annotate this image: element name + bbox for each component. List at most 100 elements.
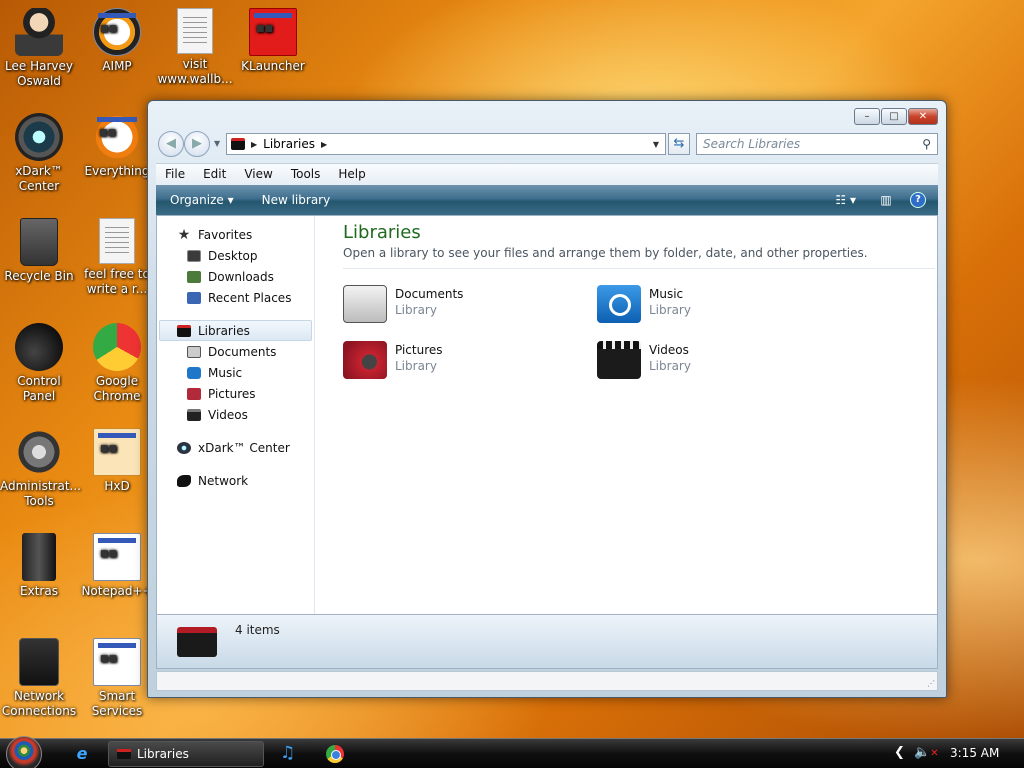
sidebar-item-xdark-center[interactable]: xDark™ Center	[157, 437, 314, 458]
menu-bar: File Edit View Tools Help	[156, 163, 938, 185]
menu-help[interactable]: Help	[329, 164, 374, 185]
preview-pane-button[interactable]: ▥	[876, 191, 896, 209]
desktop-icon-aimp[interactable]: AIMP	[78, 8, 156, 74]
music-icon	[187, 366, 201, 379]
desktop-icon-label: Network Connections	[1, 689, 77, 718]
sidebar-item-music[interactable]: Music	[157, 362, 314, 383]
maximize-button[interactable]: □	[881, 108, 907, 125]
start-button[interactable]	[6, 736, 42, 768]
desktop-icon-label: Everything	[84, 164, 150, 178]
desktop-icon-label: visit www.wallb...	[157, 57, 233, 86]
views-icon: ☷	[835, 193, 847, 207]
chrome-icon	[93, 323, 141, 371]
views-dropdown[interactable]: ▾	[850, 193, 856, 207]
chevron-right-icon[interactable]: ▶	[321, 140, 327, 149]
menu-view[interactable]: View	[235, 164, 281, 185]
sidebar-item-documents[interactable]: Documents	[157, 341, 314, 362]
sidebar-item-label: Network	[198, 473, 249, 488]
sidebar-item-label: xDark™ Center	[198, 440, 290, 455]
new-library-button[interactable]: New library	[248, 193, 345, 207]
sidebar-item-desktop[interactable]: Desktop	[157, 245, 314, 266]
views-button[interactable]: ☷ ▾	[821, 193, 870, 207]
desktop-icon-label: Administrat... Tools	[0, 479, 81, 508]
menu-edit[interactable]: Edit	[194, 164, 235, 185]
menu-tools[interactable]: Tools	[282, 164, 330, 185]
sidebar-item-downloads[interactable]: Downloads	[157, 266, 314, 287]
sidebar-item-label: Music	[208, 365, 243, 380]
library-videos[interactable]: Videos Library	[597, 339, 817, 385]
search-icon[interactable]: ⚲	[922, 137, 931, 151]
desktop-icon-xdark-center[interactable]: xDark™ Center	[0, 113, 78, 194]
back-button[interactable]: ◀	[158, 131, 184, 157]
network-connections-icon	[19, 638, 59, 686]
address-bar[interactable]: ▶ Libraries ▶ ▼	[226, 133, 666, 155]
close-button[interactable]: ✕	[908, 108, 938, 125]
sidebar-item-label: Desktop	[208, 248, 258, 263]
menu-file[interactable]: File	[156, 164, 194, 185]
clock[interactable]: 3:15 AM	[950, 746, 999, 760]
sidebar-item-label: Downloads	[208, 269, 274, 284]
volume-muted-icon[interactable]: 🔈✕	[914, 745, 939, 760]
desktop-icon-notepad-plus-plus[interactable]: Notepad++	[78, 533, 156, 599]
chrome-icon[interactable]	[326, 745, 344, 763]
status-bar: ⋰	[156, 671, 938, 691]
sidebar-item-favorites[interactable]: ★ Favorites	[157, 224, 314, 245]
chevron-right-icon[interactable]: ▶	[251, 140, 257, 149]
desktop-icon-label: AIMP	[102, 59, 132, 73]
desktop-icon-label: feel free to write a r...	[84, 267, 150, 296]
pictures-library-icon	[343, 341, 387, 379]
desktop-icon-label: Lee Harvey Oswald	[5, 59, 73, 88]
desktop-icon-feel-free[interactable]: feel free to write a r...	[78, 218, 156, 297]
minimize-button[interactable]: –	[854, 108, 880, 125]
desktop-icon-klauncher[interactable]: KLauncher	[234, 8, 312, 74]
library-pictures[interactable]: Pictures Library	[343, 339, 563, 385]
show-hidden-icons-button[interactable]: ❮	[894, 745, 905, 760]
explorer-window[interactable]: – □ ✕ ◀ ▶ ▼ ▶ Libraries ▶ ▼ ⇆ Search Lib…	[147, 100, 947, 698]
library-documents[interactable]: Documents Library	[343, 283, 563, 329]
desktop-icon-network-connections[interactable]: Network Connections	[0, 638, 78, 719]
forward-button[interactable]: ▶	[184, 131, 210, 157]
sidebar-item-libraries[interactable]: Libraries	[159, 320, 312, 341]
desktop-icon-hxd[interactable]: HxD	[78, 428, 156, 494]
desktop-icon-control-panel[interactable]: Control Panel	[0, 323, 78, 404]
sidebar-item-recent-places[interactable]: Recent Places	[157, 287, 314, 308]
organize-button[interactable]: Organize ▾	[156, 193, 248, 207]
taskbar-item-libraries[interactable]: Libraries	[108, 741, 264, 767]
sidebar-item-pictures[interactable]: Pictures	[157, 383, 314, 404]
help-button[interactable]: ?	[910, 192, 926, 208]
desktop-icon-lee-harvey-oswald[interactable]: Lee Harvey Oswald	[0, 8, 78, 89]
libraries-icon	[231, 138, 245, 150]
internet-explorer-icon[interactable]: e	[72, 744, 92, 764]
recent-pages-dropdown[interactable]: ▼	[214, 139, 220, 148]
navigation-pane: ★ Favorites Desktop Downloads Recent Pla…	[157, 216, 315, 614]
sidebar-item-network[interactable]: Network	[157, 470, 314, 491]
music-player-icon[interactable]: ♫	[280, 743, 295, 763]
desktop-icon-everything[interactable]: Everything	[78, 113, 156, 179]
window-controls: – □ ✕	[854, 108, 938, 125]
resize-grip-icon[interactable]: ⋰	[927, 679, 935, 688]
sidebar-item-label: Libraries	[198, 323, 250, 338]
library-name: Documents	[395, 287, 464, 301]
desktop-icon-recycle-bin[interactable]: Recycle Bin	[0, 218, 78, 284]
library-name: Pictures	[395, 343, 443, 357]
aimp-icon	[93, 8, 141, 56]
desktop-icon-administrative-tools[interactable]: Administrat... Tools	[0, 428, 81, 509]
desktop-icon-google-chrome[interactable]: Google Chrome	[78, 323, 156, 404]
refresh-button[interactable]: ⇆	[668, 133, 690, 155]
sidebar-item-videos[interactable]: Videos	[157, 404, 314, 425]
star-icon: ★	[177, 226, 191, 243]
chevron-down-icon[interactable]: ▼	[653, 140, 659, 149]
library-music[interactable]: Music Library	[597, 283, 817, 329]
desktop-icon-extras[interactable]: Extras	[0, 533, 78, 599]
sidebar-item-label: Recent Places	[208, 290, 292, 305]
search-input[interactable]: Search Libraries ⚲	[696, 133, 938, 155]
desktop-icon-smart-services[interactable]: Smart Services	[78, 638, 156, 719]
breadcrumb-libraries[interactable]: Libraries	[263, 137, 315, 151]
desktop-icon-visit-wallbase[interactable]: visit www.wallb...	[156, 8, 234, 87]
command-bar: Organize ▾ New library ☷ ▾ ▥ ?	[156, 185, 938, 215]
desktop-icon-label: Recycle Bin	[4, 269, 74, 283]
refresh-icon: ⇆	[673, 136, 685, 151]
